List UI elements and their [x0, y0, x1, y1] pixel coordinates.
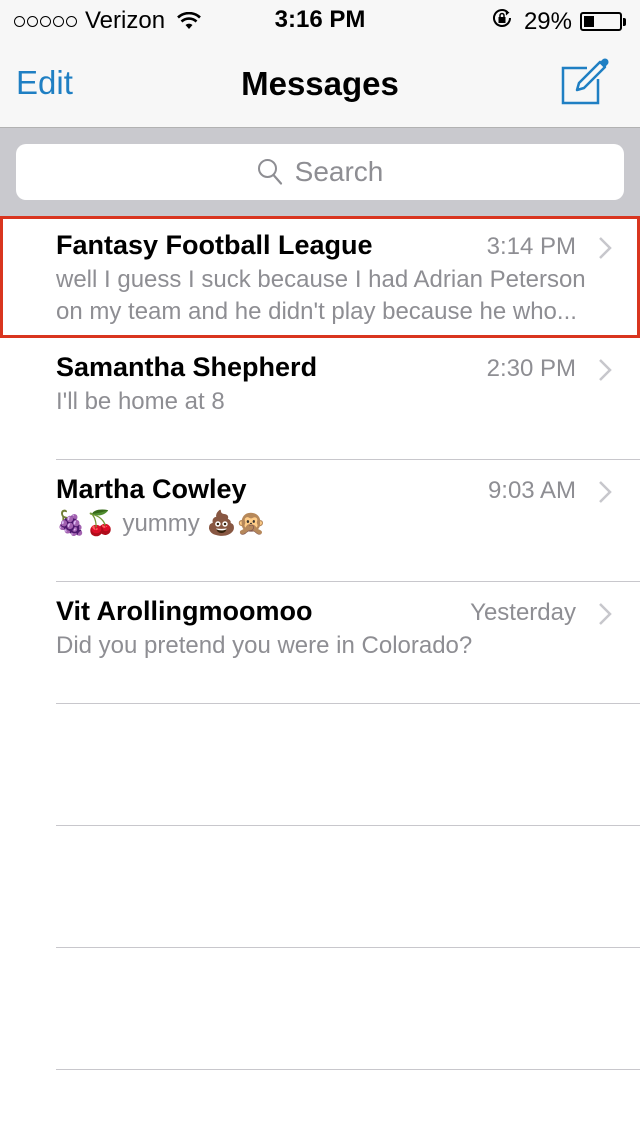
search-icon — [257, 158, 283, 186]
chevron-right-icon — [598, 358, 612, 387]
compose-button[interactable] — [560, 56, 610, 106]
contact-name: Samantha Shepherd — [56, 352, 318, 382]
page-title: Messages — [241, 65, 399, 102]
battery-cap — [623, 17, 626, 26]
message-time: 2:30 PM — [486, 355, 576, 382]
preview-text: yummy — [122, 510, 200, 537]
search-input[interactable]: Search — [16, 144, 624, 200]
message-preview: I'll be home at 8 — [56, 388, 225, 415]
conversation-row[interactable]: Samantha Shepherd 2:30 PM I'll be home a… — [0, 338, 640, 460]
speak-no-evil-monkey-emoji: 🙊 — [236, 510, 267, 537]
empty-row-separator — [0, 826, 640, 948]
chevron-right-icon — [598, 602, 612, 631]
rotation-lock-icon — [490, 6, 514, 37]
message-time: Yesterday — [470, 599, 576, 626]
message-preview: 🍇🍒 yummy 💩🙊 — [56, 508, 610, 540]
search-placeholder: Search — [294, 156, 384, 187]
contact-name: Vit Arollingmoomoo — [56, 596, 313, 626]
conversation-row[interactable]: Vit Arollingmoomoo Yesterday Did you pre… — [0, 582, 640, 704]
navigation-bar: Edit Messages — [0, 40, 640, 128]
conversation-row[interactable]: Martha Cowley 9:03 AM 🍇🍒 yummy 💩🙊 — [0, 460, 640, 582]
battery-percentage: 29% — [523, 7, 572, 35]
message-time: 9:03 AM — [487, 477, 576, 504]
compose-icon — [561, 58, 609, 105]
conversation-list: Fantasy Football League 3:14 PM well I g… — [0, 216, 640, 1070]
battery-icon — [580, 12, 622, 31]
message-time: 3:14 PM — [486, 233, 576, 260]
cherries-emoji: 🍒 — [85, 510, 116, 537]
message-preview: Did you pretend you were in Colorado? — [56, 632, 473, 659]
chevron-right-icon — [598, 480, 612, 509]
pile-of-poo-emoji: 💩 — [206, 510, 237, 537]
status-bar: Verizon 3:16 PM 29% — [0, 0, 640, 40]
battery-fill — [584, 16, 594, 27]
chevron-right-icon — [598, 236, 612, 265]
message-preview: well I guess I suck because I had Adrian… — [56, 266, 586, 325]
conversation-row[interactable]: Fantasy Football League 3:14 PM well I g… — [0, 216, 640, 338]
search-area: Search — [0, 128, 640, 216]
empty-row-separator — [0, 704, 640, 826]
contact-name: Fantasy Football League — [56, 230, 373, 260]
contact-name: Martha Cowley — [56, 474, 247, 504]
empty-row-separator — [0, 948, 640, 1070]
grapes-emoji: 🍇 — [56, 510, 86, 537]
status-right: 29% — [490, 6, 626, 37]
